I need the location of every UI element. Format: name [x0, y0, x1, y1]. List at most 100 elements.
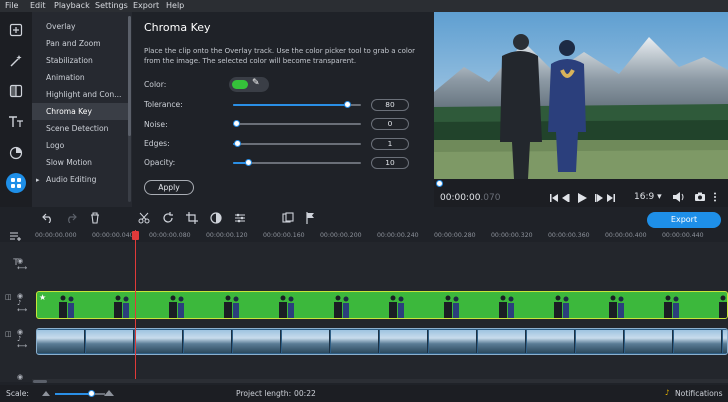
preview-position-knob[interactable] — [436, 180, 443, 187]
undo-icon[interactable] — [42, 213, 54, 223]
notifications-link[interactable]: Notifications — [675, 389, 723, 398]
background-clip[interactable] — [36, 328, 728, 355]
slider-knob[interactable] — [233, 140, 241, 147]
visibility-icon[interactable]: ◉ — [17, 373, 23, 381]
playhead-handle[interactable] — [132, 231, 139, 240]
more-tools-icon[interactable] — [6, 173, 26, 193]
text-track-icon: T — [13, 258, 19, 268]
submenu-item-scene-detection[interactable]: Scene Detection — [32, 120, 128, 137]
submenu-item-animation[interactable]: Animation — [32, 69, 128, 86]
more-options-icon[interactable] — [713, 192, 717, 202]
scale-slider[interactable] — [55, 390, 105, 397]
timeline-scrollbar[interactable] — [32, 379, 728, 383]
submenu-item-slow-motion[interactable]: Slow Motion — [32, 154, 128, 171]
ruler-tick: 00:00:00.400 — [605, 232, 647, 239]
slider-knob[interactable] — [343, 101, 351, 108]
ruler-tick: 00:00:00.000 — [35, 232, 77, 239]
color-adjust-icon[interactable] — [210, 212, 222, 224]
noise-label: Noise: — [144, 120, 168, 129]
link-icon[interactable]: ⟷ — [17, 264, 27, 272]
submenu-item-chroma-key[interactable]: Chroma Key — [32, 103, 128, 120]
tools-submenu: Overlay Pan and Zoom Stabilization Anima… — [32, 12, 132, 207]
ruler-tick: 00:00:00.200 — [320, 232, 362, 239]
crop-icon[interactable] — [186, 212, 198, 224]
color-picker-button[interactable]: ✎ — [229, 77, 269, 92]
overlay-track-icon: ◫ — [5, 293, 12, 301]
main-track-icon: ◫ — [5, 330, 12, 338]
edges-value[interactable]: 1 — [371, 138, 409, 150]
text-icon[interactable] — [6, 112, 26, 132]
opacity-value[interactable]: 10 — [371, 157, 409, 169]
clip-thumbnail — [576, 330, 624, 353]
clip-thumbnail — [387, 294, 407, 318]
slider-knob[interactable] — [245, 159, 253, 166]
status-bar: Scale: Project length: 00:22 ♪ Notificat… — [0, 385, 728, 402]
filters-icon[interactable] — [6, 81, 26, 101]
menu-edit[interactable]: Edit — [30, 1, 46, 10]
submenu-scroll-thumb[interactable] — [128, 16, 131, 136]
add-track-icon[interactable] — [10, 232, 22, 241]
submenu-item-audio-editing[interactable]: Audio Editing — [32, 171, 128, 188]
menu-export[interactable]: Export — [133, 1, 159, 10]
zoom-out-icon[interactable] — [42, 390, 50, 397]
clip-thumbnail — [331, 330, 379, 353]
zoom-in-icon[interactable] — [104, 389, 114, 397]
clip-thumbnail — [717, 294, 727, 318]
clip-thumbnail — [222, 294, 242, 318]
menu-settings[interactable]: Settings — [95, 1, 128, 10]
preview-image — [434, 12, 728, 179]
tolerance-label: Tolerance: — [144, 100, 183, 109]
clip-thumbnail — [674, 330, 722, 353]
submenu-item-logo[interactable]: Logo — [32, 137, 128, 154]
timeline-tracks[interactable]: T ◉ ⟷ ◫ ◉ ♪ ⟷ ★ ◫ ◉ ♪ ⟷ ◉ — [0, 242, 728, 382]
clip-thumbnail — [37, 330, 85, 353]
menu-file[interactable]: File — [5, 1, 18, 10]
edges-slider[interactable] — [233, 140, 361, 147]
export-button[interactable]: Export — [647, 212, 721, 228]
submenu-item-pan-and-zoom[interactable]: Pan and Zoom — [32, 35, 128, 52]
project-length-value: 00:22 — [294, 389, 316, 398]
volume-icon[interactable] — [672, 192, 684, 202]
noise-value[interactable]: 0 — [371, 118, 409, 130]
import-icon[interactable] — [6, 20, 26, 40]
timeline-scroll-thumb[interactable] — [33, 380, 47, 383]
opacity-label: Opacity: — [144, 158, 176, 167]
clip-thumbnail — [497, 294, 517, 318]
video-preview[interactable] — [434, 12, 728, 179]
clip-properties-icon[interactable] — [234, 212, 246, 224]
tools-sidebar — [0, 12, 32, 207]
menu-playback[interactable]: Playback — [54, 1, 90, 10]
playhead-line[interactable] — [135, 230, 136, 380]
cut-icon[interactable] — [138, 212, 150, 224]
redo-icon[interactable] — [65, 213, 77, 223]
menu-help[interactable]: Help — [166, 1, 184, 10]
magic-wand-icon[interactable] — [6, 51, 26, 71]
apply-button[interactable]: Apply — [144, 180, 194, 195]
submenu-item-stabilization[interactable]: Stabilization — [32, 52, 128, 69]
clip-thumbnail — [332, 294, 352, 318]
transport-icons — [550, 193, 615, 203]
link-icon[interactable]: ⟷ — [17, 342, 27, 350]
marker-flag-icon[interactable] — [306, 212, 316, 224]
snapshot-icon[interactable] — [694, 192, 706, 202]
noise-slider[interactable] — [232, 120, 361, 127]
link-icon[interactable]: ⟷ — [17, 306, 27, 314]
transitions-icon[interactable] — [6, 143, 26, 163]
tolerance-value[interactable]: 80 — [371, 99, 409, 111]
tolerance-slider[interactable] — [233, 101, 361, 108]
slider-knob[interactable] — [232, 120, 240, 127]
eyedropper-icon: ✎ — [252, 78, 260, 88]
delete-icon[interactable] — [90, 212, 100, 224]
clip-thumbnail — [380, 330, 428, 353]
rotate-icon[interactable] — [162, 212, 174, 224]
submenu-item-overlay[interactable]: Overlay — [32, 18, 128, 35]
scale-knob[interactable] — [88, 390, 95, 397]
project-length-label: Project length: — [236, 389, 292, 398]
bell-icon[interactable]: ♪ — [665, 388, 670, 397]
ruler-tick: 00:00:00.320 — [491, 232, 533, 239]
submenu-item-highlight[interactable]: Highlight and Con... — [32, 86, 128, 103]
overlay-clip[interactable]: ★ — [36, 291, 728, 319]
aspect-ratio-select[interactable]: 16:9 ▾ — [634, 192, 662, 202]
insert-media-icon[interactable] — [282, 212, 294, 224]
opacity-slider[interactable] — [233, 159, 361, 166]
